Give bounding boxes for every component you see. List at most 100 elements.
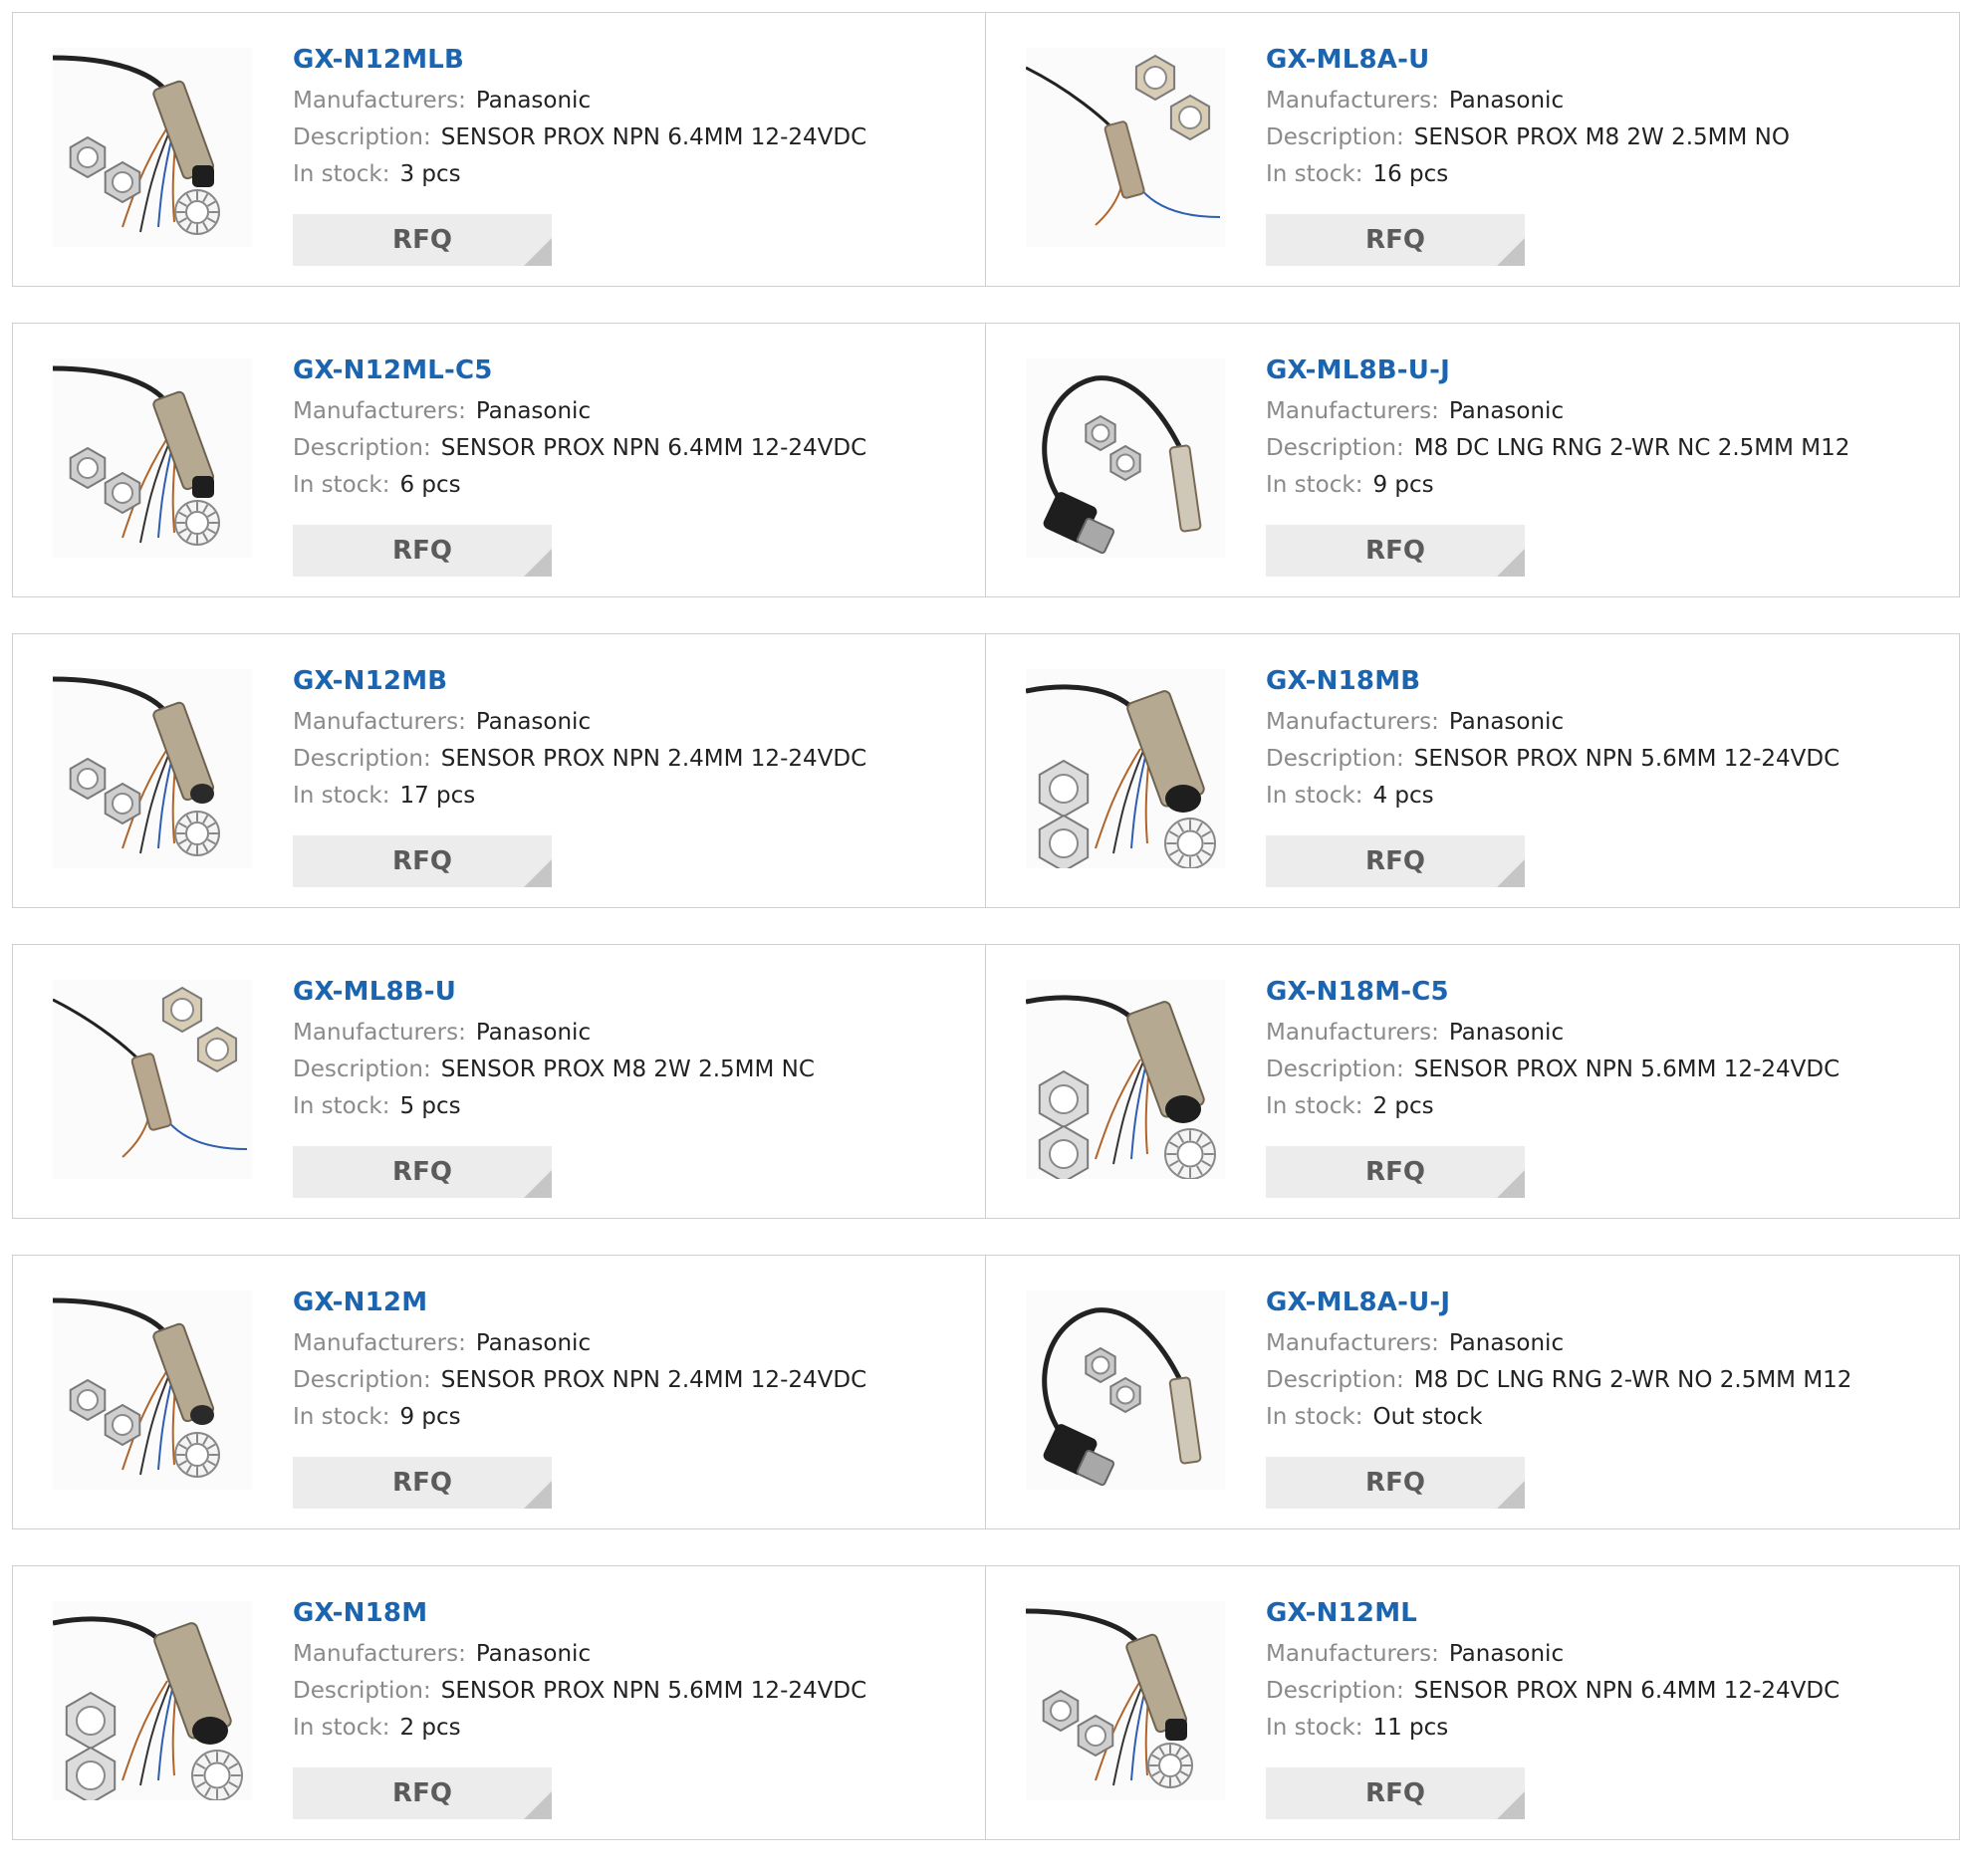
stock-value: 17 pcs (399, 783, 476, 809)
description-label: Description: (1266, 1367, 1404, 1393)
rfq-button[interactable]: RFQ (1266, 214, 1525, 266)
rfq-button[interactable]: RFQ (293, 1457, 552, 1509)
description-value: SENSOR PROX NPN 6.4MM 12-24VDC (1413, 1678, 1840, 1704)
manufacturer-label: Manufacturers: (293, 1330, 466, 1356)
stock-label: In stock: (1266, 472, 1363, 498)
product-image[interactable] (53, 48, 252, 247)
part-number-link[interactable]: GX-N18M (293, 1596, 427, 1630)
product-info: GX-N12ML Manufacturers: Panasonic Descripti… (1266, 1596, 1939, 1747)
manufacturer-value: Panasonic (475, 398, 592, 424)
product-row: GX-N18M Manufacturers: Panasonic Descriptio… (12, 1565, 1960, 1840)
stock-value: 3 pcs (399, 161, 461, 187)
rfq-button-label: RFQ (392, 1157, 452, 1187)
rfq-button-label: RFQ (1365, 1468, 1425, 1498)
description-label: Description: (1266, 1056, 1404, 1082)
product-card: GX-N18M-C5 Manufacturers: Panasonic Descrip… (986, 944, 1960, 1219)
rfq-button-label: RFQ (1365, 225, 1425, 255)
product-image[interactable] (1026, 358, 1225, 558)
product-row: GX-N12MB Manufacturers: Panasonic Descripti… (12, 633, 1960, 908)
description-line: Description: SENSOR PROX NPN 2.4MM 12-24V… (293, 741, 965, 778)
manufacturer-label: Manufacturers: (1266, 88, 1439, 114)
rfq-corner-triangle (1497, 1791, 1525, 1819)
product-image[interactable] (1026, 48, 1225, 247)
stock-line: In stock: 9 pcs (1266, 467, 1939, 504)
description-label: Description: (293, 746, 431, 772)
manufacturer-label: Manufacturers: (1266, 398, 1439, 424)
rfq-button-label: RFQ (1365, 1157, 1425, 1187)
product-image[interactable] (53, 1601, 252, 1800)
product-image[interactable] (1026, 1290, 1225, 1490)
description-value: SENSOR PROX NPN 2.4MM 12-24VDC (440, 1367, 867, 1393)
product-row: GX-N12M Manufacturers: Panasonic Descriptio… (12, 1255, 1960, 1529)
product-image[interactable] (53, 980, 252, 1179)
stock-label: In stock: (293, 1715, 390, 1741)
rfq-corner-triangle (1497, 1481, 1525, 1509)
description-value: SENSOR PROX NPN 6.4MM 12-24VDC (440, 435, 867, 461)
part-number-link[interactable]: GX-ML8A-U-J (1266, 1286, 1450, 1319)
stock-line: In stock: 9 pcs (293, 1399, 965, 1436)
rfq-corner-triangle (524, 549, 552, 577)
stock-line: In stock: 2 pcs (293, 1710, 965, 1747)
product-card: GX-N18M Manufacturers: Panasonic Descriptio… (12, 1565, 986, 1840)
description-value: SENSOR PROX NPN 5.6MM 12-24VDC (440, 1678, 867, 1704)
stock-line: In stock: 2 pcs (1266, 1088, 1939, 1125)
product-image[interactable] (53, 669, 252, 868)
rfq-button-label: RFQ (1365, 536, 1425, 566)
part-number-link[interactable]: GX-N12ML-C5 (293, 353, 493, 387)
rfq-button[interactable]: RFQ (293, 1767, 552, 1819)
manufacturer-line: Manufacturers: Panasonic (293, 1325, 965, 1362)
part-number-link[interactable]: GX-ML8A-U (1266, 43, 1429, 77)
part-number-link[interactable]: GX-N12MB (293, 664, 447, 698)
product-image[interactable] (53, 358, 252, 558)
rfq-button[interactable]: RFQ (1266, 1146, 1525, 1198)
product-row: GX-N12MLB Manufacturers: Panasonic Descript… (12, 12, 1960, 287)
description-label: Description: (293, 1056, 431, 1082)
product-image[interactable] (53, 1290, 252, 1490)
product-card: GX-N12M Manufacturers: Panasonic Descriptio… (12, 1255, 986, 1529)
rfq-button[interactable]: RFQ (1266, 1457, 1525, 1509)
description-line: Description: SENSOR PROX NPN 6.4MM 12-24V… (293, 430, 965, 467)
manufacturer-label: Manufacturers: (1266, 709, 1439, 735)
description-value: SENSOR PROX M8 2W 2.5MM NC (440, 1056, 815, 1082)
part-number-link[interactable]: GX-N12M (293, 1286, 427, 1319)
stock-label: In stock: (1266, 1715, 1363, 1741)
manufacturer-value: Panasonic (475, 88, 592, 114)
product-info: GX-ML8A-U-J Manufacturers: Panasonic Descri… (1266, 1286, 1939, 1436)
rfq-button[interactable]: RFQ (293, 1146, 552, 1198)
rfq-button[interactable]: RFQ (293, 214, 552, 266)
product-card: GX-ML8A-U Manufacturers: Panasonic Descript… (986, 12, 1960, 287)
rfq-button[interactable]: RFQ (1266, 1767, 1525, 1819)
product-info: GX-N12M Manufacturers: Panasonic Descriptio… (293, 1286, 965, 1436)
stock-label: In stock: (293, 1093, 390, 1119)
product-info: GX-ML8B-U Manufacturers: Panasonic Descript… (293, 975, 965, 1125)
part-number-link[interactable]: GX-N12ML (1266, 1596, 1417, 1630)
stock-value: 2 pcs (1372, 1093, 1434, 1119)
description-line: Description: SENSOR PROX NPN 6.4MM 12-24V… (293, 119, 965, 156)
manufacturer-value: Panasonic (1448, 709, 1565, 735)
rfq-button-label: RFQ (392, 225, 452, 255)
manufacturer-label: Manufacturers: (1266, 1020, 1439, 1046)
part-number-link[interactable]: GX-N18M-C5 (1266, 975, 1449, 1009)
stock-line: In stock: 4 pcs (1266, 778, 1939, 815)
rfq-button[interactable]: RFQ (1266, 835, 1525, 887)
rfq-corner-triangle (524, 1481, 552, 1509)
product-image[interactable] (1026, 1601, 1225, 1800)
description-label: Description: (1266, 1678, 1404, 1704)
part-number-link[interactable]: GX-N18MB (1266, 664, 1420, 698)
rfq-button[interactable]: RFQ (1266, 525, 1525, 577)
product-card: GX-ML8B-U-J Manufacturers: Panasonic Descri… (986, 323, 1960, 597)
product-info: GX-N18M-C5 Manufacturers: Panasonic Descrip… (1266, 975, 1939, 1125)
rfq-button[interactable]: RFQ (293, 835, 552, 887)
product-image[interactable] (1026, 980, 1225, 1179)
part-number-link[interactable]: GX-ML8B-U-J (1266, 353, 1450, 387)
rfq-button[interactable]: RFQ (293, 525, 552, 577)
manufacturer-value: Panasonic (1448, 88, 1565, 114)
product-image[interactable] (1026, 669, 1225, 868)
part-number-link[interactable]: GX-ML8B-U (293, 975, 456, 1009)
stock-line: In stock: Out stock (1266, 1399, 1939, 1436)
manufacturer-label: Manufacturers: (1266, 1330, 1439, 1356)
description-value: SENSOR PROX NPN 6.4MM 12-24VDC (440, 124, 867, 150)
stock-value: Out stock (1372, 1404, 1483, 1430)
product-card: GX-N12ML Manufacturers: Panasonic Descripti… (986, 1565, 1960, 1840)
part-number-link[interactable]: GX-N12MLB (293, 43, 464, 77)
